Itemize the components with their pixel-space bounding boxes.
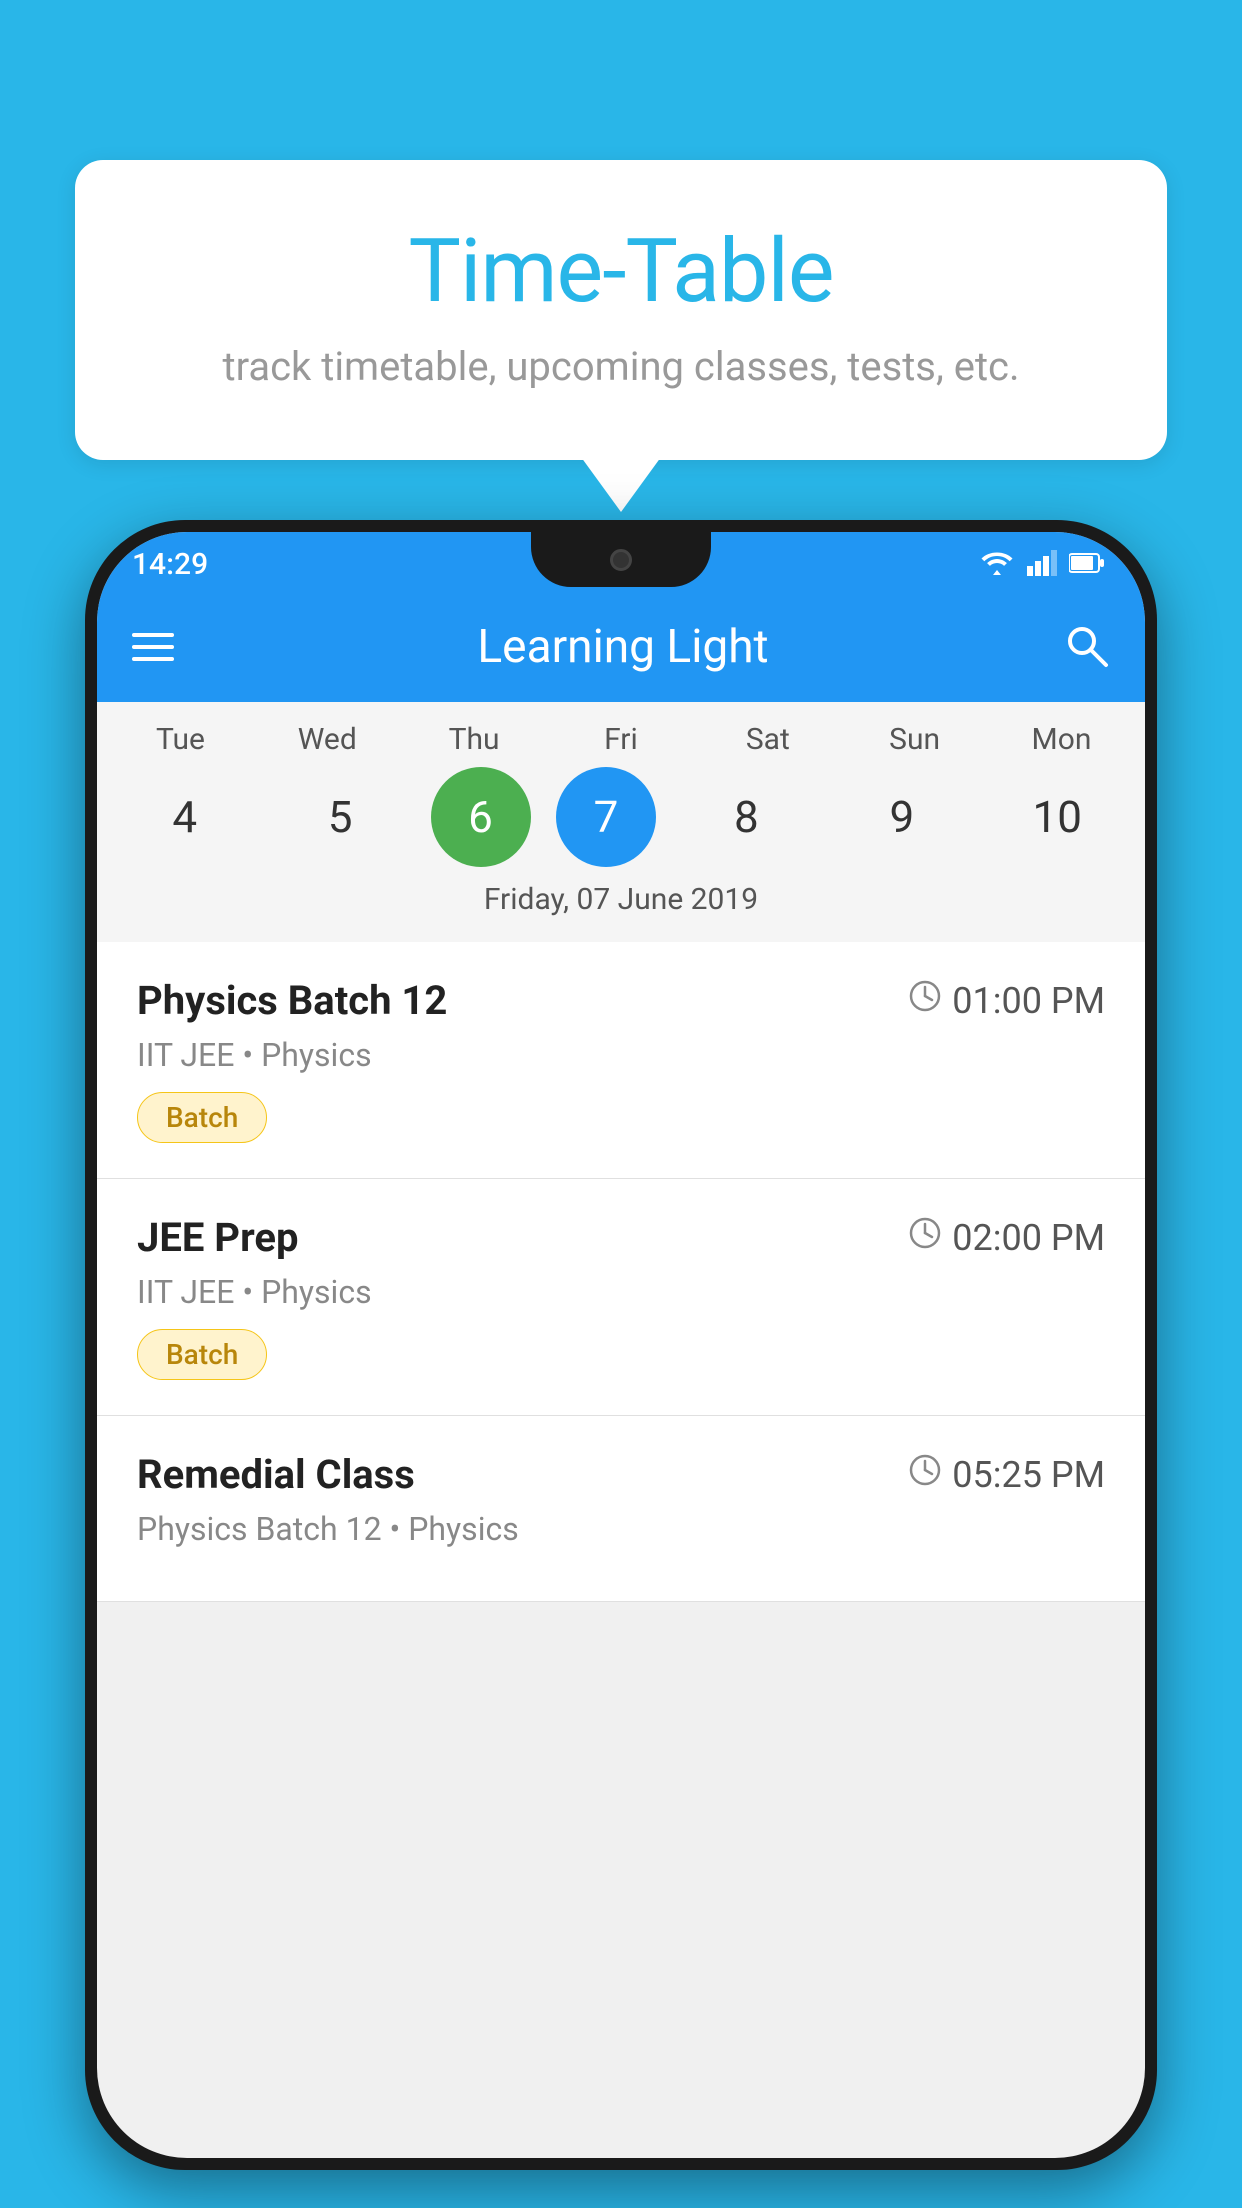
wifi-icon [979, 550, 1015, 580]
item-title-3: Remedial Class [137, 1451, 415, 1498]
battery-icon [1069, 552, 1105, 578]
batch-badge-1: Batch [137, 1092, 267, 1143]
phone-frame: 14:29 [85, 520, 1157, 2170]
day-4[interactable]: 4 [120, 767, 250, 867]
day-6-today[interactable]: 6 [431, 767, 531, 867]
app-title: Learning Light [214, 620, 1032, 674]
schedule-item-2[interactable]: JEE Prep 02:00 PM IIT JEE • Physics [97, 1179, 1145, 1416]
schedule-list: Physics Batch 12 01:00 PM IIT JEE • Phys… [97, 942, 1145, 1602]
day-label-wed[interactable]: Wed [262, 722, 392, 757]
item-time-3: 05:25 PM [908, 1453, 1105, 1496]
clock-icon-1 [908, 979, 942, 1022]
clock-icon-3 [908, 1453, 942, 1496]
item-title-2: JEE Prep [137, 1214, 298, 1261]
clock-icon-2 [908, 1216, 942, 1259]
day-9[interactable]: 9 [837, 767, 967, 867]
day-headers: Tue Wed Thu Fri Sat Sun Mon [107, 722, 1135, 757]
item-time-1: 01:00 PM [908, 979, 1105, 1022]
day-label-sat[interactable]: Sat [703, 722, 833, 757]
bubble-subtitle: track timetable, upcoming classes, tests… [125, 343, 1117, 390]
item-title-1: Physics Batch 12 [137, 977, 447, 1024]
item-subtitle-2: IIT JEE • Physics [137, 1273, 1105, 1311]
status-time: 14:29 [132, 547, 208, 582]
batch-badge-2: Batch [137, 1329, 267, 1380]
day-10[interactable]: 10 [992, 767, 1122, 867]
phone-notch [531, 532, 711, 587]
day-label-mon[interactable]: Mon [996, 722, 1126, 757]
item-subtitle-3: Physics Batch 12 • Physics [137, 1510, 1105, 1548]
status-icons [979, 550, 1105, 580]
bubble-title: Time-Table [125, 220, 1117, 323]
day-8[interactable]: 8 [681, 767, 811, 867]
schedule-item-3[interactable]: Remedial Class 05:25 PM Physics Batch 12… [97, 1416, 1145, 1602]
signal-icon [1027, 550, 1057, 580]
day-5[interactable]: 5 [275, 767, 405, 867]
day-numbers: 4 5 6 7 8 9 10 [107, 767, 1135, 867]
calendar-strip: Tue Wed Thu Fri Sat Sun Mon 4 5 6 7 8 9 … [97, 702, 1145, 942]
camera [610, 549, 632, 571]
phone-inner: 14:29 [97, 532, 1145, 2158]
day-label-fri[interactable]: Fri [556, 722, 686, 757]
speech-bubble: Time-Table track timetable, upcoming cla… [75, 160, 1167, 460]
menu-button[interactable] [132, 633, 174, 661]
item-time-2: 02:00 PM [908, 1216, 1105, 1259]
day-7-selected[interactable]: 7 [556, 767, 656, 867]
day-label-thu[interactable]: Thu [409, 722, 539, 757]
day-label-sun[interactable]: Sun [850, 722, 980, 757]
selected-date: Friday, 07 June 2019 [107, 882, 1135, 927]
item-subtitle-1: IIT JEE • Physics [137, 1036, 1105, 1074]
search-icon[interactable] [1062, 621, 1110, 673]
app-bar: Learning Light [97, 592, 1145, 702]
day-label-tue[interactable]: Tue [115, 722, 245, 757]
schedule-item-1[interactable]: Physics Batch 12 01:00 PM IIT JEE • Phys… [97, 942, 1145, 1179]
